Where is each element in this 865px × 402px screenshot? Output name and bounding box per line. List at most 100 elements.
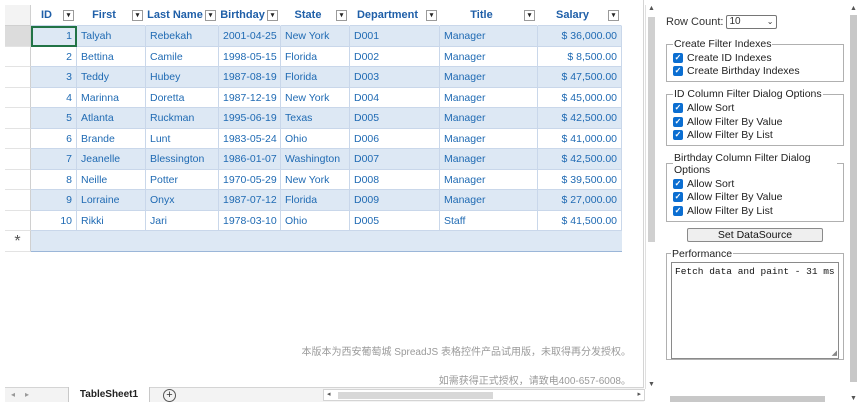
row-header[interactable] [5,46,31,67]
checkbox-option[interactable]: ✓ Allow Filter By List [673,204,837,218]
cell-first[interactable]: Neille [77,169,146,190]
cell-state[interactable]: New York [281,87,350,108]
cell-birthday[interactable]: 1998-05-15 [219,46,281,67]
column-header-birthday[interactable]: Birthday ▾ [219,5,281,26]
checkbox-checked-icon[interactable]: ✓ [673,52,683,63]
cell-dept[interactable]: D005 [350,210,440,231]
column-header-dept[interactable]: Department No▾ [350,5,440,42]
cell-first[interactable]: Lorraine [77,190,146,211]
cell-dept[interactable]: D006 [350,128,440,149]
cell-last[interactable]: Doretta [146,87,219,108]
column-header-first[interactable]: First Name▾ [77,5,146,42]
cell-birthday[interactable]: 1987-07-12 [219,190,281,211]
cell-first[interactable]: Atlanta [77,108,146,129]
cell-id[interactable]: 5 [31,108,77,129]
set-datasource-button[interactable]: Set DataSource [687,227,823,242]
cell-dept[interactable]: D001 [350,26,440,47]
checkbox-option[interactable]: ✓ Allow Sort [673,177,837,191]
row-header[interactable] [5,190,31,211]
checkbox-checked-icon[interactable]: ✓ [673,205,683,216]
new-row[interactable] [31,231,622,252]
new-row-cell[interactable] [31,231,622,252]
row-header[interactable] [5,26,31,47]
column-header-id[interactable]: ID ▾ [31,5,77,26]
cell-birthday[interactable]: 1987-12-19 [219,87,281,108]
cell-id[interactable]: 7 [31,149,77,170]
checkbox-checked-icon[interactable]: ✓ [673,66,683,77]
cell-first[interactable]: Brande [77,128,146,149]
table-row[interactable]: 4 Marinna Doretta 1987-12-19 New York D004 Man… [31,87,622,108]
cell-birthday[interactable]: 2001-04-25 [219,26,281,47]
table-body[interactable]: 1 Talyah Rebekah 2001-04-25 New York D001 Mana… [31,26,622,252]
cell-title[interactable]: Manager [440,149,538,170]
cell-salary[interactable]: $ 8,500.00 [538,46,622,67]
checkbox-option[interactable]: ✓ Allow Filter By List [673,128,837,142]
filter-dropdown-icon[interactable]: ▾ [336,10,347,21]
panel-scroll-down-icon[interactable]: ▼ [850,395,857,402]
cell-title[interactable]: Manager [440,26,538,47]
cell-id[interactable]: 9 [31,190,77,211]
cell-dept[interactable]: D002 [350,46,440,67]
column-header-last[interactable]: Last Name ▾ [146,5,219,26]
table-row[interactable]: 3 Teddy Hubey 1987-08-19 Florida D003 Manager $… [31,67,622,88]
cell-id[interactable]: 2 [31,46,77,67]
add-sheet-icon[interactable]: + [163,389,176,402]
prev-sheet-icon[interactable]: ◂ [11,390,15,399]
cell-salary[interactable]: $ 36,000.00 [538,26,622,47]
table-row[interactable]: 5 Atlanta Ruckman 1995-06-19 Texas D005 Manage… [31,108,622,129]
cell-salary[interactable]: $ 47,500.00 [538,67,622,88]
column-header-salary[interactable]: Salary ▾ [538,5,622,26]
cell-dept[interactable]: D003 [350,67,440,88]
row-header[interactable] [5,108,31,129]
cell-dept[interactable]: D005 [350,108,440,129]
row-header[interactable] [5,149,31,170]
cell-title[interactable]: Manager [440,128,538,149]
cell-state[interactable]: Florida [281,190,350,211]
cell-dept[interactable]: D007 [350,149,440,170]
cell-salary[interactable]: $ 41,000.00 [538,128,622,149]
row-header[interactable] [5,169,31,190]
cell-salary[interactable]: $ 42,500.00 [538,149,622,170]
cell-first[interactable]: Talyah [77,26,146,47]
scroll-thumb[interactable] [648,17,655,242]
column-header-state[interactable]: State ▾ [281,5,350,26]
cell-last[interactable]: Rebekah [146,26,219,47]
tab-tablesheet1[interactable]: TableSheet1 [68,387,150,402]
table-row[interactable]: 10 Rikki Jari 1978-03-10 Ohio D005 Staff $ 41,5… [31,210,622,231]
row-header[interactable] [5,128,31,149]
table-row[interactable]: 8 Neille Potter 1970-05-29 New York D008 Manag… [31,169,622,190]
table-row[interactable]: 9 Lorraine Onyx 1987-07-12 Florida D009 Manage… [31,190,622,211]
hscroll-thumb[interactable] [338,392,493,399]
cell-title[interactable]: Manager [440,67,538,88]
cell-last[interactable]: Lunt [146,128,219,149]
filter-dropdown-icon[interactable]: ▾ [267,10,278,21]
cell-salary[interactable]: $ 41,500.00 [538,210,622,231]
cell-id[interactable]: 8 [31,169,77,190]
checkbox-option[interactable]: ✓ Create ID Indexes [673,51,837,65]
checkbox-checked-icon[interactable]: ✓ [673,116,683,127]
scroll-up-icon[interactable]: ▲ [648,5,655,12]
cell-dept[interactable]: D009 [350,190,440,211]
scroll-right-icon[interactable]: ▸ [637,390,641,400]
checkbox-option[interactable]: ✓ Allow Sort [673,101,837,115]
checkbox-checked-icon[interactable]: ✓ [673,178,683,189]
cell-salary[interactable]: $ 39,500.00 [538,169,622,190]
cell-state[interactable]: Ohio [281,210,350,231]
cell-last[interactable]: Potter [146,169,219,190]
panel-horizontal-scrollbar[interactable] [660,395,849,402]
cell-state[interactable]: Florida [281,67,350,88]
row-header[interactable] [5,87,31,108]
filter-dropdown-icon[interactable]: ▾ [205,10,216,21]
cell-salary[interactable]: $ 45,000.00 [538,87,622,108]
scroll-down-icon[interactable]: ▼ [648,381,655,388]
performance-textarea[interactable]: Fetch data and paint - 31 ms ◢ [671,261,839,359]
cell-first[interactable]: Marinna [77,87,146,108]
scroll-left-icon[interactable]: ◂ [327,390,331,400]
cell-title[interactable]: Staff [440,210,538,231]
cell-state[interactable]: New York [281,26,350,47]
cell-title[interactable]: Manager [440,46,538,67]
cell-first[interactable]: Teddy [77,67,146,88]
row-header[interactable] [5,67,31,88]
cell-id[interactable]: 10 [31,210,77,231]
table-row[interactable]: 2 Bettina Camile 1998-05-15 Florida D002 Manag… [31,46,622,67]
